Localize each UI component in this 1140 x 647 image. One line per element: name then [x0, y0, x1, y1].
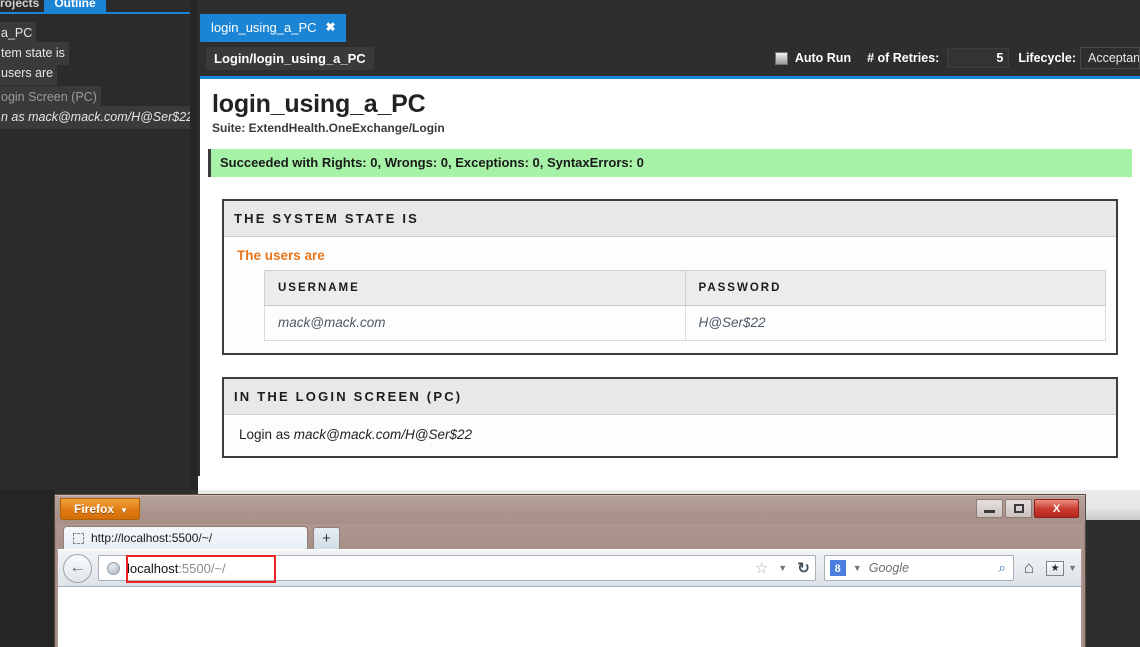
- favicon-placeholder-icon: [73, 532, 84, 544]
- desktop-gutter: [0, 490, 55, 647]
- sidebar-tab-underline: [0, 12, 190, 14]
- browser-tab-title: http://localhost:5500/~/: [91, 531, 213, 545]
- page-bottom-filler: [198, 476, 1140, 490]
- bookmark-star-icon: ★: [1046, 560, 1065, 576]
- panel-body: The users are USERNAME PASSWORD mack@mac…: [224, 237, 1116, 353]
- firefox-window: Firefox ▼ X http://localhost:5500/~/ + ←…: [55, 495, 1085, 647]
- login-step-line: Login as mack@mack.com/H@Ser$22: [234, 425, 1106, 444]
- panel-heading: IN THE LOGIN SCREEN (PC): [224, 379, 1116, 415]
- url-host: localhost: [127, 560, 179, 576]
- chevron-down-icon: ▼: [1068, 563, 1077, 573]
- status-banner: Succeeded with Rights: 0, Wrongs: 0, Exc…: [208, 149, 1132, 177]
- cell-username: mack@mack.com: [264, 305, 686, 341]
- sidebar-tab-projects[interactable]: rojects: [0, 0, 47, 12]
- search-icon[interactable]: ⌕: [999, 560, 1006, 576]
- url-bar-actions: ☆ ▼ ↻: [755, 555, 810, 581]
- window-left-edge: [55, 523, 58, 647]
- panel-login-screen: IN THE LOGIN SCREEN (PC) Login as mack@m…: [222, 377, 1118, 458]
- retries-input[interactable]: 5: [947, 48, 1010, 68]
- auto-run-label: Auto Run: [794, 51, 852, 65]
- sidebar: rojects Outline a_PC tem state is users …: [0, 0, 190, 490]
- retries-label: # of Retries:: [867, 51, 940, 65]
- outline-item[interactable]: tem state is: [0, 42, 190, 65]
- firefox-tabstrip: http://localhost:5500/~/ +: [55, 524, 1085, 549]
- page-suite-label: Suite: ExtendHealth.OneExchange/Login: [212, 121, 445, 135]
- breadcrumb[interactable]: Login/login_using_a_PC: [206, 46, 374, 70]
- window-controls: X: [976, 499, 1079, 518]
- run-options: Auto Run # of Retries: 5 Lifecycle: Acce…: [774, 42, 1140, 74]
- back-button[interactable]: ←: [63, 553, 92, 583]
- firefox-titlebar: Firefox ▼ X: [55, 495, 1085, 524]
- firefox-navigation-bar: ← localhost:5500/~/ ☆ ▼ ↻ 8 ▼ Google ⌕ ⌂…: [55, 549, 1085, 587]
- chevron-down-icon: ▼: [120, 505, 128, 515]
- bookmarks-button[interactable]: ★ ▼: [1046, 560, 1077, 576]
- browser-tab[interactable]: http://localhost:5500/~/: [63, 526, 308, 549]
- firefox-app-menu-label: Firefox: [74, 502, 115, 516]
- table-row: mack@mack.com H@Ser$22: [264, 305, 1106, 341]
- url-path: :5500/~/: [178, 560, 226, 576]
- page-header: login_using_a_PC Suite: ExtendHealth.One…: [200, 79, 1140, 143]
- arrow-left-icon: ←: [69, 559, 86, 576]
- google-icon[interactable]: 8: [829, 560, 846, 576]
- column-header-password: PASSWORD: [684, 270, 1106, 306]
- firefox-app-menu-button[interactable]: Firefox ▼: [60, 498, 140, 520]
- url-input[interactable]: localhost:5500/~/: [98, 555, 816, 581]
- restore-button[interactable]: [1005, 499, 1032, 518]
- chevron-down-icon[interactable]: ▼: [778, 563, 787, 573]
- minimize-icon: [984, 510, 995, 513]
- outline-item-label: n as mack@mack.com/H@Ser$22: [0, 106, 190, 129]
- login-step-prefix: Login as: [239, 427, 294, 442]
- globe-icon: [107, 561, 120, 575]
- close-icon[interactable]: ✖: [326, 21, 336, 33]
- users-table: USERNAME PASSWORD mack@mack.com H@Ser$22: [264, 270, 1106, 341]
- url-text: localhost:5500/~/: [127, 561, 226, 576]
- window-right-edge: [1081, 523, 1085, 647]
- panel-body: Login as mack@mack.com/H@Ser$22: [224, 415, 1116, 456]
- search-placeholder: Google: [868, 561, 910, 575]
- document-tab-label: login_using_a_PC: [211, 20, 317, 35]
- lifecycle-label: Lifecycle:: [1018, 51, 1076, 65]
- document-tab-login-using-a-pc[interactable]: login_using_a_PC ✖: [200, 14, 346, 42]
- reload-icon[interactable]: ↻: [797, 559, 810, 577]
- table-header-row: USERNAME PASSWORD: [264, 270, 1106, 306]
- bookmark-star-icon[interactable]: ☆: [755, 559, 768, 577]
- command-bar: Login/login_using_a_PC Auto Run # of Ret…: [198, 42, 1140, 74]
- login-step-credentials: mack@mack.com/H@Ser$22: [293, 427, 472, 442]
- page-title: login_using_a_PC: [212, 90, 426, 118]
- minimize-button[interactable]: [976, 499, 1003, 518]
- url-bar-wrapper: localhost:5500/~/ ☆ ▼ ↻: [98, 555, 816, 583]
- outline-item-label: users are: [0, 62, 58, 85]
- new-tab-button[interactable]: +: [313, 527, 340, 549]
- cell-password: H@Ser$22: [684, 305, 1106, 341]
- scenario-title: The users are: [237, 248, 325, 263]
- outline-item[interactable]: n as mack@mack.com/H@Ser$22: [0, 106, 190, 129]
- sidebar-tabstrip: rojects Outline: [0, 0, 190, 12]
- screenshot-root: rojects Outline a_PC tem state is users …: [0, 0, 1140, 647]
- restore-icon: [1013, 504, 1024, 513]
- rendered-page: login_using_a_PC Suite: ExtendHealth.One…: [200, 79, 1140, 476]
- document-tabbar: login_using_a_PC ✖: [198, 14, 1140, 42]
- auto-run-checkbox[interactable]: [774, 51, 788, 65]
- panel-heading: THE SYSTEM STATE IS: [224, 201, 1116, 237]
- outline-item[interactable]: ogin Screen (PC): [0, 86, 190, 109]
- outline-item[interactable]: users are: [0, 62, 190, 85]
- outline-item[interactable]: a_PC: [0, 22, 190, 45]
- browser-content-area: [55, 587, 1085, 647]
- home-icon[interactable]: ⌂: [1024, 558, 1034, 578]
- close-button[interactable]: X: [1034, 499, 1079, 518]
- search-input[interactable]: 8 ▼ Google ⌕: [823, 555, 1014, 581]
- sidebar-tab-outline[interactable]: Outline: [44, 0, 106, 12]
- chevron-down-icon[interactable]: ▼: [853, 563, 862, 573]
- lifecycle-select[interactable]: Acceptance: [1080, 47, 1140, 69]
- column-header-username: USERNAME: [264, 270, 686, 306]
- outline-list: a_PC tem state is users are ogin Screen …: [0, 22, 190, 129]
- panel-system-state: THE SYSTEM STATE IS The users are USERNA…: [222, 199, 1118, 355]
